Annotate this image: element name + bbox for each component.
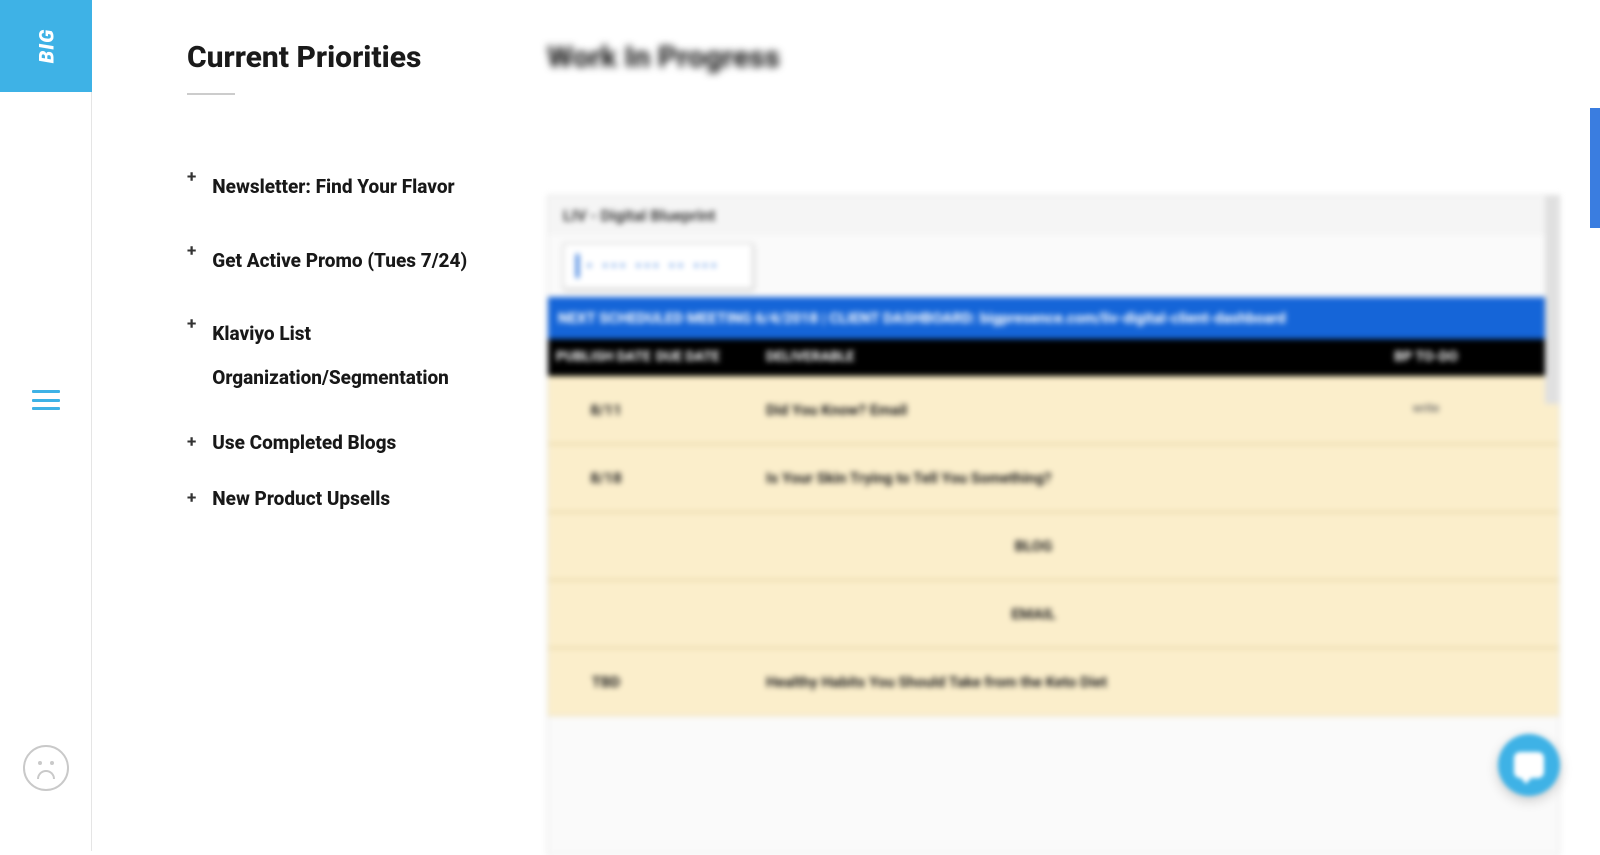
cell-deliverable: Is Your Skin Trying to Tell You Somethin…	[766, 469, 1301, 487]
cell-date	[556, 537, 656, 555]
sidebar: BIG	[0, 0, 92, 851]
expand-icon: +	[187, 241, 196, 261]
cell-todo: write	[1301, 401, 1551, 419]
col-todo: BP TO-DO	[1301, 349, 1551, 366]
wip-tab[interactable]: • ••• ••• •• •••	[563, 243, 753, 289]
cell-deliverable: Healthy Habits You Should Take from the …	[766, 673, 1301, 691]
logo-text: BIG	[34, 29, 58, 64]
priority-item[interactable]: + Klaviyo List Organization/Segmentation	[187, 312, 497, 399]
table-row[interactable]: TBD Healthy Habits You Should Take from …	[548, 648, 1559, 716]
cell-date: TBD	[556, 673, 656, 691]
main-content: Current Priorities + Newsletter: Find Yo…	[92, 0, 1600, 851]
menu-icon[interactable]	[32, 390, 60, 410]
cell-deliverable: BLOG	[766, 537, 1301, 555]
expand-icon: +	[187, 432, 196, 452]
cell-due	[656, 673, 766, 691]
priority-item[interactable]: + New Product Upsells	[187, 486, 497, 513]
chat-icon	[1514, 752, 1544, 778]
wip-column: Work In Progress LIV - Digital Blueprint…	[547, 40, 1560, 851]
expand-icon: +	[187, 167, 196, 187]
priority-item[interactable]: + Newsletter: Find Your Flavor	[187, 165, 497, 209]
expand-icon: +	[187, 488, 196, 508]
priority-label: Use Completed Blogs	[212, 430, 396, 457]
wip-tab-text: • ••• ••• •• •••	[587, 259, 720, 274]
priority-item[interactable]: + Use Completed Blogs	[187, 430, 497, 457]
logo[interactable]: BIG	[0, 0, 92, 92]
priority-label: Newsletter: Find Your Flavor	[212, 165, 454, 209]
cell-due	[656, 469, 766, 487]
page-scrollbar[interactable]	[1590, 108, 1600, 228]
wip-scrollbar[interactable]	[1545, 196, 1559, 404]
table-row[interactable]: EMAIL	[548, 580, 1559, 648]
cell-date: 8/11	[556, 401, 656, 419]
priority-item[interactable]: + Get Active Promo (Tues 7/24)	[187, 239, 497, 283]
priority-list: + Newsletter: Find Your Flavor + Get Act…	[187, 165, 497, 513]
wip-banner: NEXT SCHEDULED MEETING 6/4/2018 | CLIENT…	[548, 297, 1559, 339]
cell-deliverable: EMAIL	[766, 605, 1301, 623]
chat-button[interactable]	[1498, 734, 1560, 796]
cell-todo	[1301, 469, 1551, 487]
cell-due	[656, 537, 766, 555]
title-underline	[187, 93, 235, 95]
wip-spreadsheet[interactable]: LIV - Digital Blueprint • ••• ••• •• •••…	[547, 195, 1560, 855]
wip-table-header: PUBLISH DATE DUE DATE DELIVERABLE BP TO-…	[548, 339, 1559, 376]
priority-label: Get Active Promo (Tues 7/24)	[212, 239, 467, 283]
cell-todo	[1301, 673, 1551, 691]
wip-title: Work In Progress	[547, 40, 1560, 75]
expand-icon: +	[187, 314, 196, 334]
cell-date: 8/18	[556, 469, 656, 487]
priority-label: New Product Upsells	[212, 486, 390, 513]
priorities-column: Current Priorities + Newsletter: Find Yo…	[187, 40, 497, 851]
col-publish: PUBLISH DATE	[556, 349, 656, 366]
table-row[interactable]: 8/11 Did You Know? Email write	[548, 376, 1559, 444]
table-row[interactable]: 8/18 Is Your Skin Trying to Tell You Som…	[548, 444, 1559, 512]
cell-date	[556, 605, 656, 623]
feedback-sad-icon[interactable]	[23, 745, 69, 791]
priorities-title: Current Priorities	[187, 40, 497, 75]
cell-due	[656, 401, 766, 419]
col-deliverable: DELIVERABLE	[766, 349, 1301, 366]
cell-todo	[1301, 605, 1551, 623]
wip-sheet-name: LIV - Digital Blueprint	[548, 196, 1559, 235]
cell-deliverable: Did You Know? Email	[766, 401, 1301, 419]
cell-todo	[1301, 537, 1551, 555]
priority-label: Klaviyo List Organization/Segmentation	[212, 312, 497, 399]
col-due: DUE DATE	[656, 349, 766, 366]
cell-due	[656, 605, 766, 623]
table-row[interactable]: BLOG	[548, 512, 1559, 580]
